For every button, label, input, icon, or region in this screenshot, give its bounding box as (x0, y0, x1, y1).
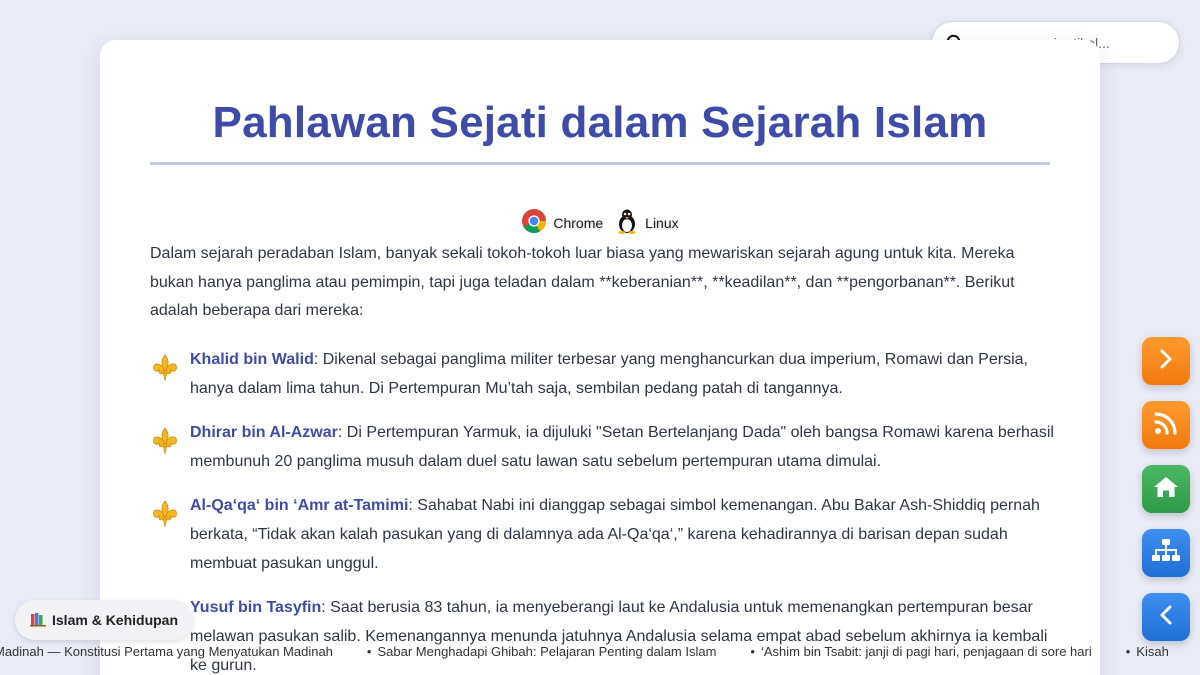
list-item: Khalid bin Walid: Dikenal sebagai pangli… (150, 345, 1055, 403)
title-divider (150, 162, 1050, 165)
sitemap-icon (1151, 538, 1181, 569)
fleur-de-lis-icon (150, 353, 180, 383)
chrome-icon (521, 208, 553, 237)
ticker-item[interactable]: • Kisah (1126, 644, 1169, 659)
list-item: Al-Qa‘qa‘ bin ‘Amr at-Tamimi: Sahabat Na… (150, 491, 1055, 578)
article-title: Pahlawan Sejati dalam Sejarah Islam (212, 98, 988, 147)
next-button[interactable] (1142, 337, 1190, 385)
sitemap-button[interactable] (1142, 529, 1190, 577)
ticker-item[interactable]: • ‘Ashim bin Tsabit: janji di pagi hari, … (750, 644, 1091, 659)
bullet-icon: • (366, 644, 372, 659)
browser-info: Chrome Linux (0, 208, 1200, 237)
chevron-right-icon (1155, 348, 1177, 375)
category-label: Islam & Kehidupan (52, 612, 179, 628)
home-button[interactable] (1142, 465, 1190, 513)
list-item: Yusuf bin Tasyfin: Saat berusia 83 tahun… (150, 593, 1055, 675)
home-icon (1152, 475, 1180, 504)
rss-icon (1153, 410, 1179, 441)
fleur-de-lis-icon (150, 499, 180, 529)
bullet-icon: • (1125, 644, 1131, 659)
hero-description: : Dikenal sebagai panglima militer terbe… (190, 351, 1028, 397)
ticker-item[interactable]: • Sabar Menghadapi Ghibah: Pelajaran Pent… (367, 644, 717, 659)
ticker-track: Madinah — Konstitusi Pertama yang Menyat… (0, 644, 1200, 659)
list-item: Dhirar bin Al-Azwar: Di Pertempuran Yarm… (150, 418, 1055, 476)
chevron-left-icon (1155, 604, 1177, 631)
bullet-icon: • (750, 644, 755, 659)
news-ticker: Madinah — Konstitusi Pertama yang Menyat… (0, 644, 1200, 662)
hero-list: Khalid bin Walid: Dikenal sebagai pangli… (150, 345, 1055, 675)
books-icon (30, 611, 46, 630)
article-intro: Dalam sejarah peradaban Islam, banyak se… (150, 245, 1015, 320)
browser-label: Chrome (553, 214, 604, 231)
linux-icon (615, 208, 645, 237)
browser-chrome: Chrome (521, 208, 603, 237)
hero-name: Khalid bin Walid (190, 351, 314, 368)
os-label: Linux (645, 214, 679, 231)
rss-button[interactable] (1142, 401, 1190, 449)
hero-name: Al-Qa‘qa‘ bin ‘Amr at-Tamimi (190, 497, 409, 514)
hero-name: Yusuf bin Tasyfin (190, 599, 322, 616)
hero-name: Dhirar bin Al-Azwar (190, 424, 338, 441)
fleur-de-lis-icon (150, 426, 180, 456)
back-button[interactable] (1142, 593, 1190, 641)
os-linux: Linux (615, 208, 679, 237)
ticker-item[interactable]: Madinah — Konstitusi Pertama yang Menyat… (0, 644, 333, 659)
category-badge[interactable]: Islam & Kehidupan (15, 600, 194, 640)
